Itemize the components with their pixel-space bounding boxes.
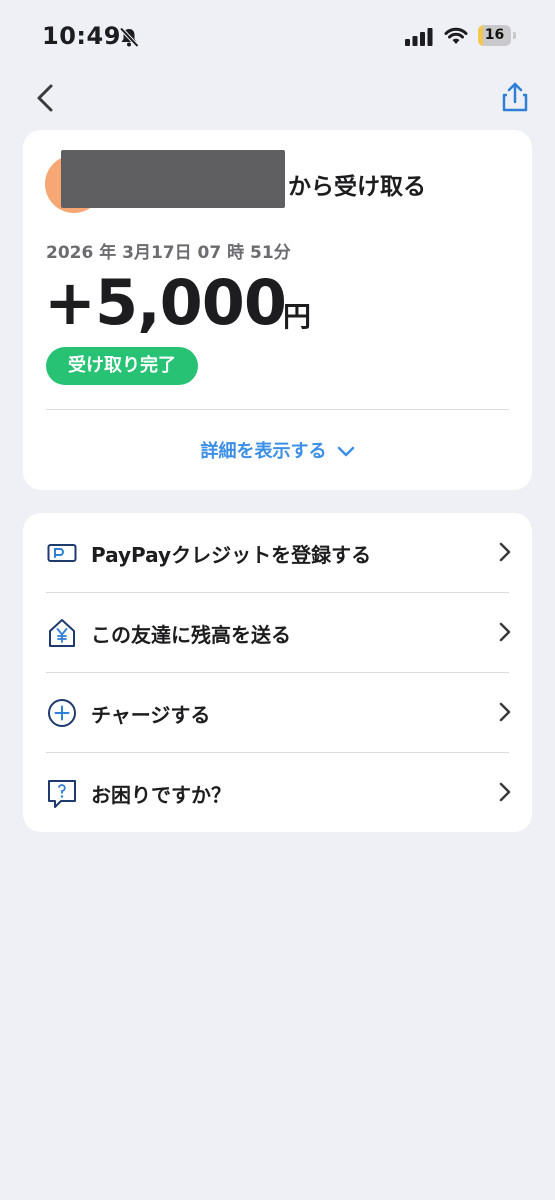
chevron-left-icon: [37, 84, 53, 112]
menu-item-help[interactable]: お困りですか？: [23, 753, 532, 833]
show-details-label: 詳細を表示する: [200, 441, 327, 462]
receive-from-label: から受け取る: [288, 174, 426, 200]
transaction-amount: +5,000: [44, 266, 287, 339]
status-time: 10:49: [42, 22, 121, 50]
menu-label: チャージする: [91, 703, 211, 727]
chevron-right-icon: [498, 541, 512, 563]
menu-label: この友達に残高を送る: [91, 623, 291, 647]
chevron-right-icon: [498, 781, 512, 803]
currency-label: 円: [283, 300, 312, 333]
share-button[interactable]: [498, 80, 532, 116]
menu-item-register-credit[interactable]: PayPayクレジットを登録する: [23, 513, 532, 593]
transaction-date: 2026 年 3月17日 07 時 51分: [46, 243, 291, 263]
redacted-sender-name: [61, 150, 285, 208]
plus-circle-icon: [47, 697, 77, 729]
chevron-right-icon: [498, 701, 512, 723]
help-chat-icon: [47, 777, 77, 809]
credit-card-icon: [47, 537, 77, 569]
battery-icon: 16: [478, 25, 516, 47]
share-icon: [502, 82, 528, 112]
menu-label: お困りですか？: [91, 783, 231, 807]
status-badge: 受け取り完了: [46, 347, 198, 385]
status-bar: 10:49 16: [0, 0, 555, 70]
show-details-link[interactable]: 詳細を表示する: [23, 437, 532, 463]
battery-percent: 16: [484, 27, 505, 43]
menu-item-send-balance[interactable]: この友達に残高を送る: [23, 593, 532, 673]
menu-label: PayPayクレジットを登録する: [91, 543, 372, 567]
bell-slash-icon: [118, 26, 140, 48]
chevron-right-icon: [498, 621, 512, 643]
wifi-icon: [444, 26, 468, 46]
chevron-down-icon: [337, 446, 354, 457]
menu-item-charge[interactable]: チャージする: [23, 673, 532, 753]
cellular-signal-icon: [405, 28, 433, 46]
transaction-card: から受け取る 2026 年 3月17日 07 時 51分 +5,000 円 受け…: [23, 130, 532, 490]
card-divider: [46, 409, 509, 410]
actions-menu-card: PayPayクレジットを登録する この友達に残高を送る チャージする お困りです…: [23, 513, 532, 832]
yen-house-icon: [47, 617, 77, 649]
back-button[interactable]: [30, 80, 64, 116]
